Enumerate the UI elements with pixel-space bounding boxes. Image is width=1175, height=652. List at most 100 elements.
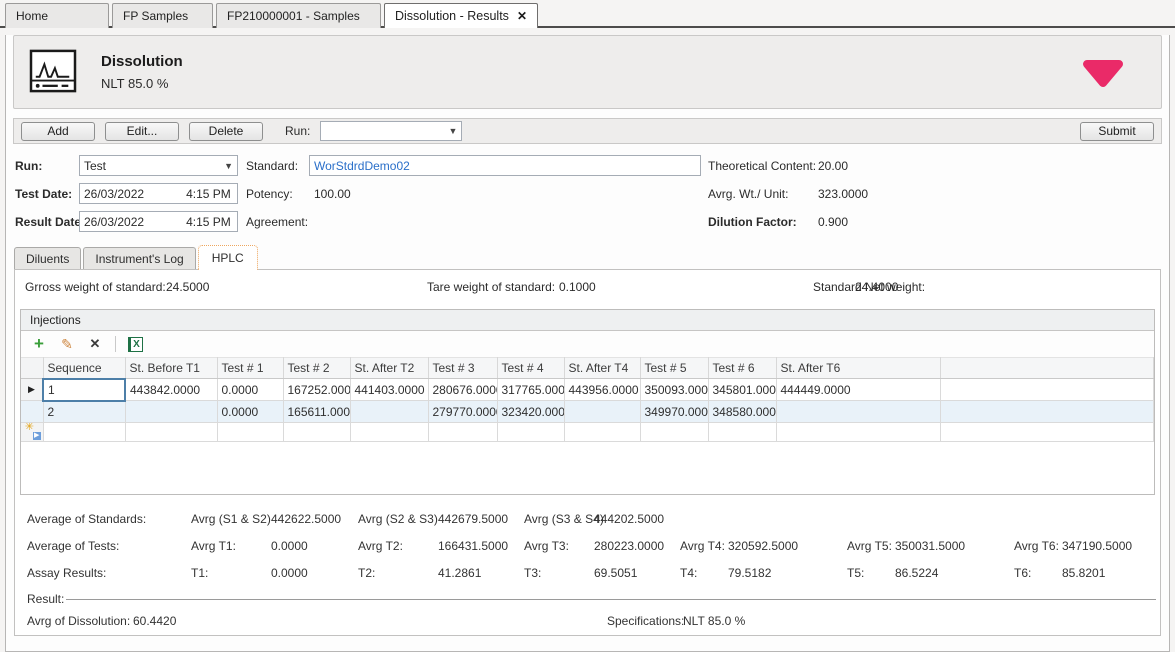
- grid-cell[interactable]: 167252.0000: [283, 379, 350, 401]
- new-row[interactable]: ✳▶: [21, 423, 1154, 442]
- summary-item-value: 444202.5000: [594, 512, 680, 526]
- column-header[interactable]: Test # 4: [497, 358, 564, 379]
- test-header-panel: Dissolution NLT 85.0 %: [13, 35, 1162, 109]
- excel-export-icon[interactable]: X: [128, 337, 143, 352]
- column-header[interactable]: St. After T6: [776, 358, 940, 379]
- tab-label: Home: [16, 9, 48, 23]
- grid-cell[interactable]: 441403.0000: [350, 379, 428, 401]
- grid-cell[interactable]: 348580.0000: [708, 401, 776, 423]
- result-date-value: 26/03/2022: [84, 215, 144, 229]
- grid-cell[interactable]: 1: [43, 379, 125, 401]
- standard-field[interactable]: WorStdrdDemo02: [309, 155, 701, 176]
- run-combobox[interactable]: Test ▼: [79, 155, 238, 176]
- injections-group-title: Injections: [21, 310, 1154, 331]
- grid-cell[interactable]: [564, 423, 640, 442]
- toolbar-separator: [115, 336, 116, 352]
- grid-cell[interactable]: 317765.0000: [497, 379, 564, 401]
- summary-item-value: 350031.5000: [895, 539, 1014, 553]
- grid-cell[interactable]: [776, 423, 940, 442]
- window-tab-home[interactable]: Home: [5, 3, 109, 28]
- grid-cell[interactable]: 443956.0000: [564, 379, 640, 401]
- close-icon[interactable]: ✕: [517, 9, 527, 23]
- add-icon[interactable]: +: [31, 336, 47, 352]
- new-row-icon[interactable]: ✳▶: [21, 423, 43, 442]
- tab-diluents[interactable]: Diluents: [14, 247, 81, 269]
- grid-cell[interactable]: 443842.0000: [125, 379, 217, 401]
- grid-cell[interactable]: 345801.0000: [708, 379, 776, 401]
- chevron-down-icon[interactable]: ▼: [444, 126, 457, 136]
- window-tabstrip: Home FP Samples FP210000001 - Samples Di…: [0, 0, 1175, 28]
- add-button[interactable]: Add: [21, 122, 95, 141]
- grid-cell[interactable]: [776, 401, 940, 423]
- grid-cell[interactable]: [125, 401, 217, 423]
- submit-button[interactable]: Submit: [1080, 122, 1154, 141]
- tab-hplc[interactable]: HPLC: [198, 245, 258, 270]
- grid-cell[interactable]: 350093.0000: [640, 379, 708, 401]
- result-section-label: Result:: [27, 592, 64, 606]
- result-date-field[interactable]: 26/03/2022 4:15 PM: [79, 211, 238, 232]
- standard-value-link[interactable]: WorStdrdDemo02: [314, 159, 410, 173]
- column-header[interactable]: St. After T4: [564, 358, 640, 379]
- result-section-separator: Result:: [27, 592, 1156, 606]
- grid-cell[interactable]: [283, 423, 350, 442]
- avg-wt-unit-label: Avrg. Wt./ Unit:: [708, 183, 788, 205]
- avg-wt-unit-input[interactable]: [813, 183, 1175, 204]
- grid-cell[interactable]: 0.0000: [217, 401, 283, 423]
- test-date-field[interactable]: 26/03/2022 4:15 PM: [79, 183, 238, 204]
- pencil-icon[interactable]: ✎: [59, 336, 75, 352]
- tab-instruments-log[interactable]: Instrument's Log: [83, 247, 195, 269]
- column-header[interactable]: Test # 6: [708, 358, 776, 379]
- grid-cell[interactable]: 2: [43, 401, 125, 423]
- column-header[interactable]: Test # 3: [428, 358, 497, 379]
- summary-item-label: T2:: [358, 566, 438, 580]
- theoretical-content-input[interactable]: [813, 155, 1175, 176]
- edit-button[interactable]: Edit...: [105, 122, 179, 141]
- grid-cell[interactable]: [125, 423, 217, 442]
- grid-cell[interactable]: 280676.0000: [428, 379, 497, 401]
- summary-item-label: Avrg T2:: [358, 539, 438, 553]
- section-tabstrip: Diluents Instrument's Log HPLC: [14, 245, 1169, 269]
- standard-weights-row: Grross weight of standard: Tare weight o…: [15, 276, 1160, 300]
- grid-cell[interactable]: 165611.0000: [283, 401, 350, 423]
- column-header[interactable]: Test # 1: [217, 358, 283, 379]
- grid-cell[interactable]: 323420.0000: [497, 401, 564, 423]
- delete-button[interactable]: Delete: [189, 122, 263, 141]
- filler-cell: [940, 379, 1154, 401]
- summary-row-label: Assay Results:: [27, 566, 191, 580]
- grid-cell[interactable]: [640, 423, 708, 442]
- grid-cell[interactable]: 0.0000: [217, 379, 283, 401]
- delete-x-icon[interactable]: ✕: [87, 336, 103, 352]
- dilution-factor-input[interactable]: [813, 211, 1175, 232]
- column-header[interactable]: Test # 5: [640, 358, 708, 379]
- grid-cell[interactable]: [497, 423, 564, 442]
- summary-item-label: Avrg (S3 & S4): [524, 512, 594, 526]
- toolbar-run-combobox[interactable]: ▼: [320, 121, 462, 141]
- grid-cell[interactable]: 444449.0000: [776, 379, 940, 401]
- grid-cell[interactable]: [564, 401, 640, 423]
- column-header[interactable]: St. Before T1: [125, 358, 217, 379]
- row-indicator-icon[interactable]: [21, 401, 43, 423]
- column-header[interactable]: St. After T2: [350, 358, 428, 379]
- grid-cell[interactable]: 349970.0000: [640, 401, 708, 423]
- summary-row-label: Average of Tests:: [27, 539, 191, 553]
- summary-item-value: 442622.5000: [271, 512, 358, 526]
- tab-label: Dissolution - Results: [395, 9, 509, 23]
- grid-cell[interactable]: [428, 423, 497, 442]
- row-indicator-header: [21, 358, 43, 379]
- grid-cell[interactable]: [217, 423, 283, 442]
- column-header[interactable]: Test # 2: [283, 358, 350, 379]
- content-panel: Dissolution NLT 85.0 % Add Edit... Delet…: [5, 35, 1170, 652]
- grid-cell[interactable]: [350, 423, 428, 442]
- window-tab-fp-samples[interactable]: FP Samples: [112, 3, 213, 28]
- chevron-down-icon[interactable]: ▼: [220, 161, 233, 171]
- table-row: 2 0.0000165611.0000 279770.0000323420.0000…: [21, 401, 1154, 423]
- grid-cell[interactable]: 279770.0000: [428, 401, 497, 423]
- grid-cell[interactable]: [43, 423, 125, 442]
- grid-cell[interactable]: [350, 401, 428, 423]
- column-header[interactable]: Sequence: [43, 358, 125, 379]
- window-tab-dissolution-results[interactable]: Dissolution - Results ✕: [384, 3, 538, 28]
- row-indicator-icon[interactable]: ▶: [21, 379, 43, 401]
- grid-cell[interactable]: [708, 423, 776, 442]
- window-tab-fp210000001-samples[interactable]: FP210000001 - Samples: [216, 3, 381, 28]
- test-time-value: 4:15 PM: [186, 187, 231, 201]
